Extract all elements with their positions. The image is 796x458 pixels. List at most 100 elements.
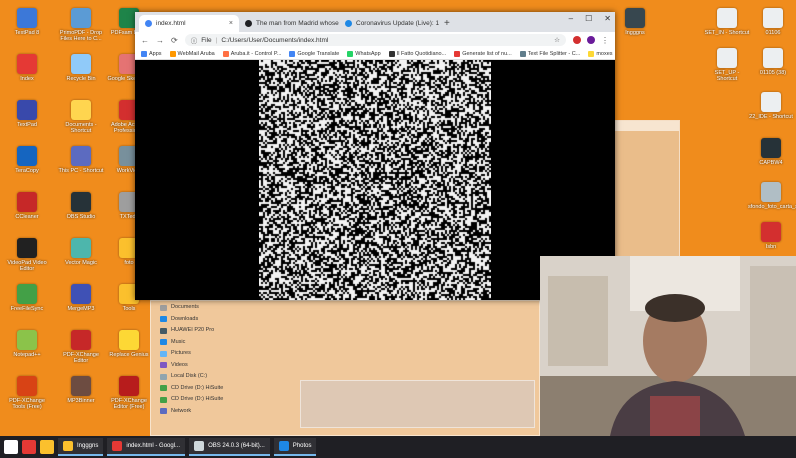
desktop-icon[interactable]: TeraCopy bbox=[4, 146, 50, 174]
browser-tab[interactable]: The man from Madrid whose co...× bbox=[239, 15, 339, 32]
bookmark-item[interactable]: Aruba.it - Control P... bbox=[222, 50, 281, 57]
obs-preview-panel[interactable] bbox=[300, 380, 535, 428]
desktop-icon-label: MergeMP3 bbox=[67, 306, 95, 312]
taskbar-item[interactable]: index.html - Googl... bbox=[107, 438, 186, 456]
chrome-menu-icon[interactable]: ⋮ bbox=[601, 36, 609, 45]
desktop-icon[interactable]: This PC - Shortcut bbox=[58, 146, 104, 174]
desktop-icon[interactable]: PDF-XChange Editor (Free) bbox=[106, 376, 152, 410]
close-window-button[interactable]: ✕ bbox=[604, 14, 611, 23]
pdf-xchange-tools-icon bbox=[17, 376, 37, 396]
desktop-icon[interactable]: sfondo_foto_carta_strumenti_full bbox=[748, 182, 796, 210]
bookmark-star-icon[interactable]: ☆ bbox=[554, 36, 560, 44]
explorer-nav-item[interactable]: CD Drive (D:) HiSuite bbox=[160, 383, 223, 395]
explorer-nav-label: CD Drive (D:) HiSuite bbox=[171, 384, 224, 391]
desktop-icon[interactable]: 01106 bbox=[750, 8, 796, 36]
desktop-icon[interactable]: OBS Studio bbox=[58, 192, 104, 220]
desktop-icon[interactable]: 01105 (38) bbox=[750, 48, 796, 76]
desktop-icon[interactable]: PDF-XChange Editor bbox=[58, 330, 104, 364]
desktop-icon[interactable]: Ingggns bbox=[612, 8, 658, 36]
browser-tab[interactable]: index.html × bbox=[139, 15, 239, 32]
app-pinned-icon[interactable] bbox=[22, 440, 36, 454]
taskbar-item[interactable]: OBS 24.0.3 (64-bit)... bbox=[189, 438, 270, 456]
desktop-icon[interactable]: Isbn bbox=[748, 222, 794, 250]
pinned-folder-icon[interactable] bbox=[40, 440, 54, 454]
desktop-icon-label: TeraCopy bbox=[15, 168, 39, 174]
documents-icon bbox=[71, 100, 91, 120]
bookmark-item[interactable]: WebMail Aruba bbox=[169, 50, 215, 57]
desktop-icon[interactable]: TextPad bbox=[4, 100, 50, 128]
desktop-icon[interactable]: CCleaner bbox=[4, 192, 50, 220]
explorer-nav-item[interactable]: Pictures bbox=[160, 348, 223, 360]
new-tab-button[interactable]: + bbox=[439, 18, 455, 32]
explorer-nav-item[interactable]: HUAWEI P20 Pro bbox=[160, 325, 223, 337]
minimize-button[interactable]: – bbox=[569, 14, 573, 23]
tab-title: The man from Madrid whose co... bbox=[256, 20, 339, 27]
tab-strip: index.html × The man from Madrid whose co.… bbox=[135, 12, 615, 32]
desktop-icon[interactable]: PDF-XChange Tools (Free) bbox=[4, 376, 50, 410]
desktop-icon[interactable]: Index bbox=[4, 54, 50, 82]
taskbar-item[interactable]: Photos bbox=[273, 438, 317, 456]
reload-button[interactable]: ⟳ bbox=[171, 36, 178, 45]
shortcut-icon bbox=[717, 8, 737, 28]
explorer-nav-item[interactable]: CD Drive (D:) HiSuite bbox=[160, 394, 223, 406]
desktop-icon[interactable]: Replace Genius bbox=[106, 330, 152, 358]
bookmark-item[interactable]: Generate list of nu... bbox=[454, 50, 512, 57]
explorer-nav-item[interactable]: Videos bbox=[160, 360, 223, 372]
tab-title: Coronavirus Update (Live): 1,237... bbox=[356, 20, 439, 27]
desktop-icon[interactable]: SET_IN - Shortcut bbox=[704, 8, 750, 36]
adblock-extension-icon[interactable] bbox=[573, 36, 581, 44]
bookmark-item[interactable]: Apps bbox=[141, 50, 162, 57]
desktop-icon[interactable]: 22_IDE - Shortcut bbox=[748, 92, 794, 120]
bookmark-item[interactable]: Google Translate bbox=[289, 50, 339, 57]
maximize-button[interactable]: ☐ bbox=[585, 14, 592, 23]
desktop-icon-label: SET_IN - Shortcut bbox=[704, 30, 750, 36]
freefilesync-icon bbox=[17, 284, 37, 304]
desktop-icon[interactable]: TextPad 8 bbox=[4, 8, 50, 36]
chrome-icon bbox=[17, 54, 37, 74]
explorer-nav-label: Videos bbox=[171, 361, 188, 368]
bookmark-item[interactable]: moxes bbox=[588, 50, 613, 57]
desktop-icon[interactable]: VideoPad Video Editor bbox=[4, 238, 50, 272]
desktop-icon-label: PrimoPDF - Drop Files Here to C... bbox=[59, 30, 103, 42]
explorer-nav-item[interactable]: Network bbox=[160, 406, 223, 418]
desktop-icon-label: CCleaner bbox=[15, 214, 39, 220]
taskbar-item[interactable]: Ingggns bbox=[58, 438, 104, 456]
bookmark-item[interactable]: Text File Splitter - C... bbox=[519, 50, 580, 57]
toolbar: ← → ⟳ ⓘ File | C:/Users/User/Documents/i… bbox=[135, 32, 615, 48]
desktop-icon[interactable]: Recycle Bin bbox=[58, 54, 104, 82]
desktop-icon[interactable]: FreeFileSync bbox=[4, 284, 50, 312]
bookmark-favicon-icon bbox=[222, 50, 229, 57]
file-icon bbox=[625, 8, 645, 28]
folder-icon bbox=[160, 385, 167, 392]
bookmark-item[interactable]: WhatsApp bbox=[347, 50, 381, 57]
windows-start-icon[interactable] bbox=[4, 440, 18, 454]
explorer-nav-label: Pictures bbox=[171, 350, 191, 356]
desktop-icon[interactable]: PrimoPDF - Drop Files Here to C... bbox=[58, 8, 104, 42]
desktop-icon[interactable]: MergeMP3 bbox=[58, 284, 104, 312]
tab-close-icon[interactable]: × bbox=[225, 20, 233, 27]
forward-button[interactable]: → bbox=[156, 36, 164, 45]
back-button[interactable]: ← bbox=[141, 36, 149, 45]
explorer-nav-item[interactable]: Downloads bbox=[160, 314, 223, 326]
desktop-icon[interactable]: CAPBW4 bbox=[748, 138, 794, 166]
desktop-icon[interactable]: Vector Magic bbox=[58, 238, 104, 266]
bookmark-label: moxes bbox=[596, 50, 613, 57]
file-icon bbox=[761, 138, 781, 158]
profile-avatar-icon[interactable] bbox=[587, 36, 595, 44]
desktop-icon[interactable]: SET_UP - Shortcut bbox=[704, 48, 750, 82]
explorer-nav-item[interactable]: Local Disk (C:) bbox=[160, 371, 223, 383]
bookmark-item[interactable]: Il Fatto Quotidiano... bbox=[388, 50, 446, 57]
desktop-icon-label: Recycle Bin bbox=[66, 76, 96, 82]
bookmark-favicon-icon bbox=[289, 50, 296, 57]
desktop-icon-label: SET_UP - Shortcut bbox=[714, 70, 740, 82]
explorer-nav-item[interactable]: Documents bbox=[160, 302, 223, 314]
desktop-icon[interactable]: Documents - Shortcut bbox=[58, 100, 104, 134]
address-bar[interactable]: ⓘ File | C:/Users/User/Documents/index.h… bbox=[184, 34, 566, 46]
recycle-bin-icon bbox=[71, 54, 91, 74]
desktop-icon[interactable]: MP3Binner bbox=[58, 376, 104, 404]
explorer-nav-label: CD Drive (D:) HiSuite bbox=[171, 396, 224, 402]
explorer-nav-item[interactable]: Music bbox=[160, 337, 223, 349]
desktop-icon[interactable]: Notepad++ bbox=[4, 330, 50, 358]
browser-tab[interactable]: Coronavirus Update (Live): 1,237...× bbox=[339, 15, 439, 32]
image-icon bbox=[761, 182, 781, 202]
